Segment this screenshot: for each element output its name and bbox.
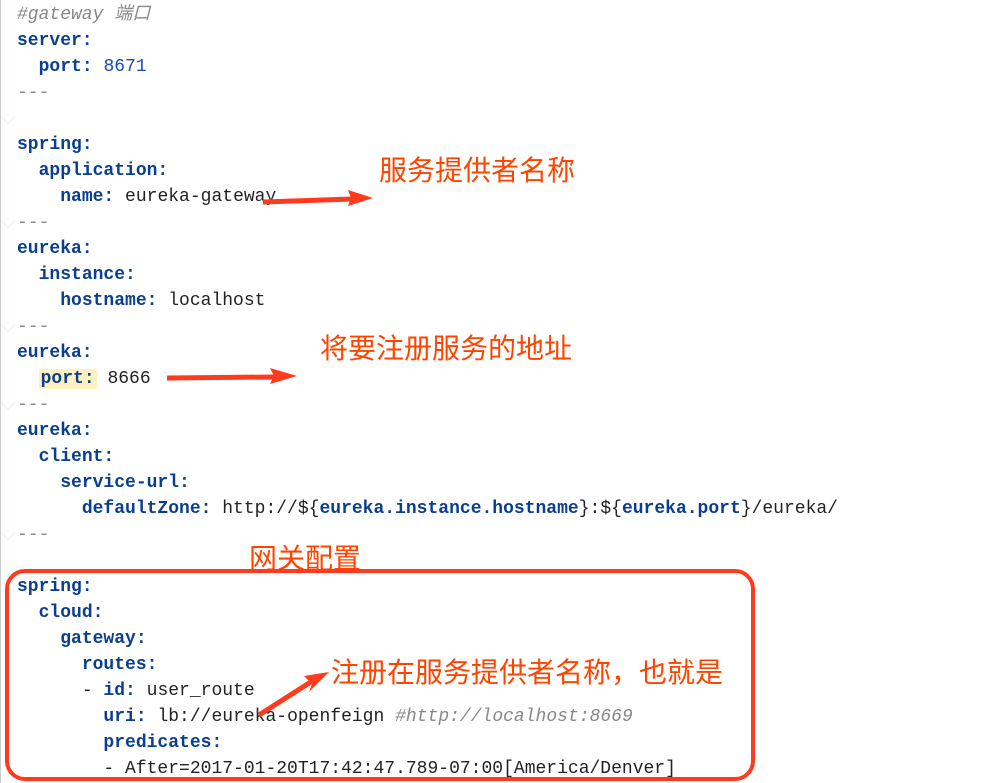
- code-line: port: 8671: [17, 54, 999, 80]
- code-line: ---: [17, 210, 999, 236]
- annotation-gateway-config: 网关配置: [249, 546, 361, 572]
- code-line: name: eureka-gateway: [17, 184, 999, 210]
- editor-gutter: [1, 0, 15, 783]
- code-line: eureka:: [17, 236, 999, 262]
- code-line: gateway:: [17, 626, 999, 652]
- code-line: client:: [17, 444, 999, 470]
- code-line: server:: [17, 28, 999, 54]
- annotation-service-provider: 服务提供者名称: [379, 158, 575, 184]
- code-line: - After=2017-01-20T17:42:47.789-07:00[Am…: [17, 756, 999, 782]
- code-line: service-url:: [17, 470, 999, 496]
- annotation-registered-name: 注册在服务提供者名称，也就是: [331, 660, 723, 686]
- code-line: eureka:: [17, 418, 999, 444]
- code-line: hostname: localhost: [17, 288, 999, 314]
- code-line: cloud:: [17, 600, 999, 626]
- code-line: ---: [17, 522, 999, 548]
- code-line: spring:: [17, 574, 999, 600]
- code-line: ---: [17, 80, 999, 106]
- code-line: defaultZone: http://${eureka.instance.ho…: [17, 496, 999, 522]
- code-line: predicates:: [17, 730, 999, 756]
- code-line: #gateway 端口: [17, 2, 999, 28]
- code-line: ---: [17, 392, 999, 418]
- code-line: uri: lb://eureka-openfeign #http://local…: [17, 704, 999, 730]
- code-line: [17, 548, 999, 574]
- code-line: [17, 106, 999, 132]
- annotation-register-address: 将要注册服务的地址: [320, 336, 572, 362]
- code-line: instance:: [17, 262, 999, 288]
- code-line: port: 8666: [17, 366, 999, 392]
